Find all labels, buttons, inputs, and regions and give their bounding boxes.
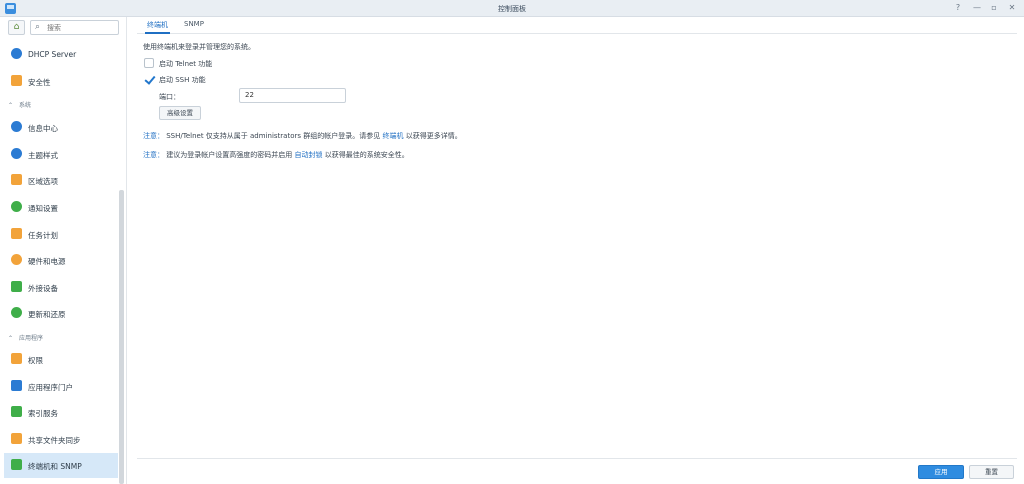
sidebar-item-label: 终端机和 SNMP <box>28 462 82 471</box>
title-bar: 控制面板 ? — ▫ ✕ <box>0 0 1024 17</box>
sidebar-item-label: 任务计划 <box>28 231 58 240</box>
sidebar-item-label: 外接设备 <box>28 284 58 293</box>
advanced-settings-button[interactable]: 高级设置 <box>159 106 201 120</box>
terminal-help-link[interactable]: 终端机 <box>382 132 403 140</box>
sidebar-item-label: 共享文件夹同步 <box>28 436 81 445</box>
intro-text: 使用终端机来登录并管理您的系统。 <box>143 43 255 51</box>
home-icon: ⌂ <box>13 22 20 32</box>
sidebar-item-app-portal[interactable]: 应用程序门户 <box>4 374 118 399</box>
port-label: 端口： <box>159 93 180 101</box>
sidebar-item-label: 硬件和电源 <box>28 257 66 266</box>
home-button[interactable]: ⌂ <box>8 20 25 35</box>
theme-icon <box>11 148 22 159</box>
sidebar-item-privileges[interactable]: 权限 <box>4 347 118 372</box>
tab-terminal[interactable]: 终端机 <box>145 20 170 34</box>
shield-icon <box>11 75 22 86</box>
search-input[interactable] <box>47 22 115 33</box>
info-icon <box>11 121 22 132</box>
tab-bar: 终端机 SNMP <box>137 17 1017 34</box>
sidebar-item-update-restore[interactable]: 更新和还原 <box>4 301 118 326</box>
sidebar-item-label: 应用程序门户 <box>28 383 73 392</box>
sidebar-item-info-center[interactable]: 信息中心 <box>4 115 118 140</box>
terminal-icon <box>11 459 22 470</box>
sidebar-item-label: 区域选项 <box>28 177 58 186</box>
sidebar-item-task-scheduler[interactable]: 任务计划 <box>4 222 118 247</box>
note-1: 注意： SSH/Telnet 仅支持从属于 administrators 群组的… <box>143 132 462 140</box>
sidebar-item-region[interactable]: 区域选项 <box>4 168 118 193</box>
close-icon[interactable]: ✕ <box>1006 2 1018 14</box>
sidebar-item-indexing[interactable]: 索引服务 <box>4 400 118 425</box>
sidebar-item-external-devices[interactable]: 外接设备 <box>4 275 118 300</box>
task-icon <box>11 228 22 239</box>
chevron-up-icon: ⌃ <box>8 335 14 342</box>
sidebar-item-dhcp-server[interactable]: DHCP Server <box>4 42 118 67</box>
sidebar-scrollbar[interactable] <box>119 190 124 484</box>
region-icon <box>11 174 22 185</box>
ssh-label: 启动 SSH 功能 <box>159 76 206 84</box>
ssh-checkbox[interactable] <box>144 74 154 84</box>
sidebar-item-label: 安全性 <box>28 78 51 87</box>
index-icon <box>11 406 22 417</box>
portal-icon <box>11 380 22 391</box>
nav-group-apps[interactable]: ⌃ 应用程序 <box>8 333 43 342</box>
port-input[interactable]: 22 <box>239 88 346 103</box>
help-icon[interactable]: ? <box>952 2 964 14</box>
sidebar-item-terminal-snmp[interactable]: 终端机和 SNMP <box>4 453 118 478</box>
auto-block-link[interactable]: 自动封锁 <box>294 151 322 159</box>
window-title: 控制面板 <box>498 5 526 13</box>
nav-group-system[interactable]: ⌃ 系统 <box>8 100 31 109</box>
grid-icon <box>11 353 22 364</box>
chevron-up-icon: ⌃ <box>8 102 14 109</box>
sidebar-item-label: DHCP Server <box>28 50 77 59</box>
search-icon: ⌕ <box>35 22 41 32</box>
update-icon <box>11 307 22 318</box>
sidebar-item-label: 索引服务 <box>28 409 58 418</box>
footer-divider <box>137 458 1017 459</box>
chat-icon <box>11 201 22 212</box>
sync-icon <box>11 433 22 444</box>
note-2: 注意： 建议为登录帐户设置高强度的密码并启用 自动封锁 以获得最佳的系统安全性。 <box>143 151 409 159</box>
sidebar-item-label: 更新和还原 <box>28 310 66 319</box>
sidebar-item-label: 权限 <box>28 356 43 365</box>
sidebar-item-hardware-power[interactable]: 硬件和电源 <box>4 248 118 273</box>
search-box[interactable]: ⌕ <box>30 20 119 35</box>
sidebar-item-label: 通知设置 <box>28 204 58 213</box>
dhcp-icon <box>11 48 22 59</box>
telnet-checkbox[interactable] <box>144 58 154 68</box>
sidebar-item-notification[interactable]: 通知设置 <box>4 195 118 220</box>
telnet-label: 启动 Telnet 功能 <box>159 60 213 68</box>
apply-button[interactable]: 应用 <box>918 465 964 479</box>
tab-snmp[interactable]: SNMP <box>182 20 206 28</box>
sidebar-item-theme[interactable]: 主题样式 <box>4 142 118 167</box>
sidebar-item-label: 主题样式 <box>28 151 58 160</box>
bulb-icon <box>11 254 22 265</box>
restore-icon[interactable]: ▫ <box>988 2 1000 14</box>
minimize-icon[interactable]: — <box>971 2 983 14</box>
usb-icon <box>11 281 22 292</box>
sidebar-item-shared-folder-sync[interactable]: 共享文件夹同步 <box>4 427 118 452</box>
sidebar-item-label: 信息中心 <box>28 124 58 133</box>
sidebar: ⌂ ⌕ DHCP Server 安全性 ⌃系统 信息中心 主题样式 区域选项 通… <box>0 17 127 484</box>
sidebar-item-security[interactable]: 安全性 <box>4 69 118 94</box>
reset-button[interactable]: 重置 <box>969 465 1014 479</box>
